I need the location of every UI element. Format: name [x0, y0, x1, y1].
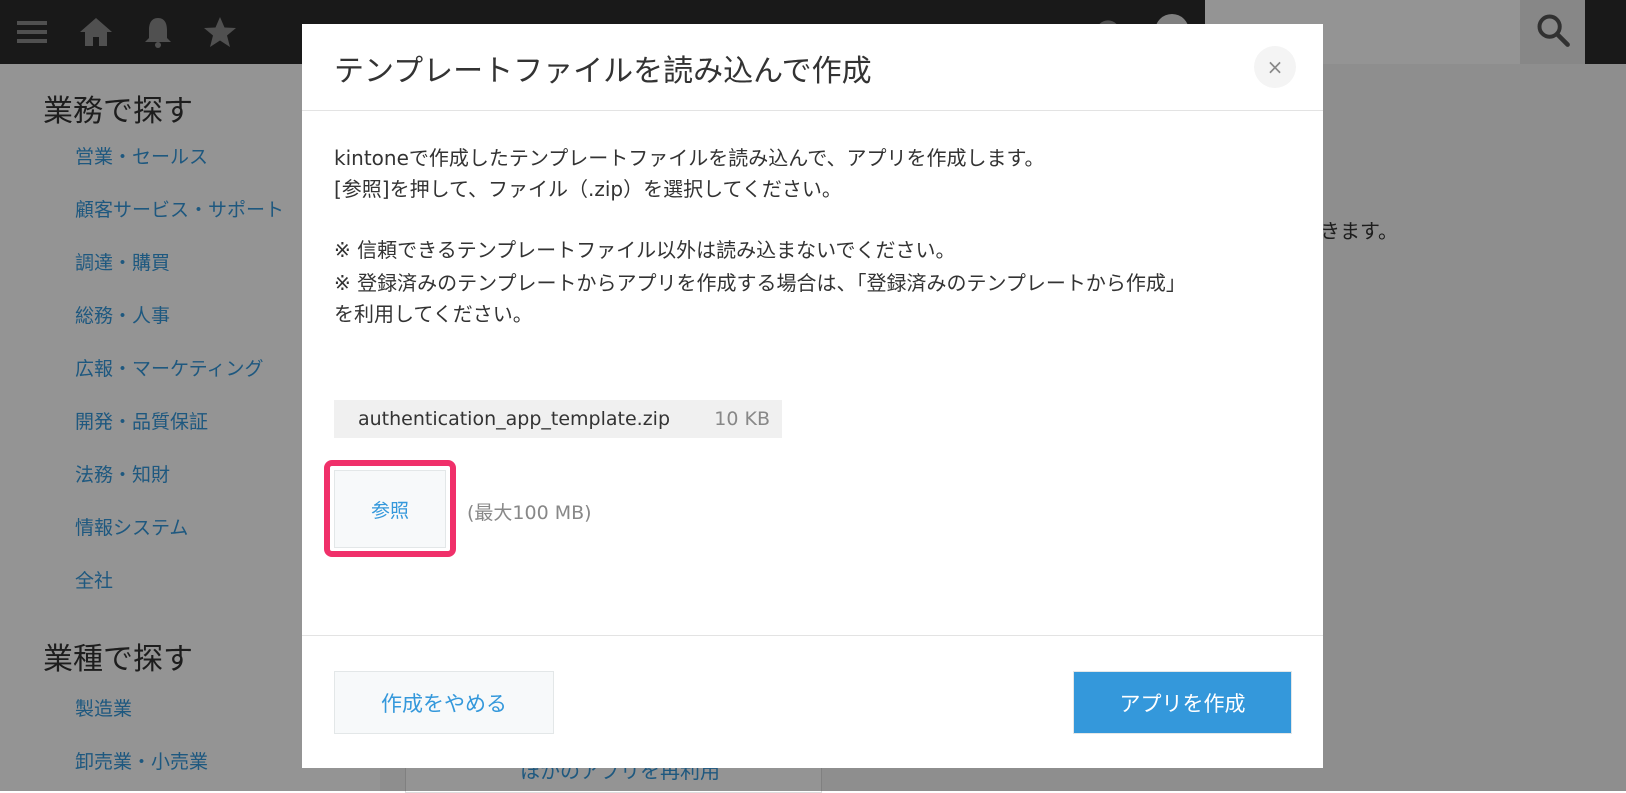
description-line-1: kintoneで作成したテンプレートファイルを読み込んで、アプリを作成します。 [334, 146, 1045, 170]
browse-button[interactable]: 参照 [334, 470, 446, 548]
dialog-title: テンプレートファイルを読み込んで作成 [334, 54, 872, 89]
dialog-footer: 作成をやめる アプリを作成 [302, 635, 1323, 769]
close-button[interactable]: × [1254, 46, 1296, 88]
close-icon: × [1266, 55, 1284, 79]
warning-line-3: を利用してください。 [334, 302, 533, 326]
file-name: authentication_app_template.zip [358, 408, 671, 430]
warning-line-2: ※ 登録済みのテンプレートからアプリを作成する場合は、「登録済みのテンプレートか… [334, 271, 1186, 295]
create-app-button[interactable]: アプリを作成 [1073, 671, 1292, 734]
cancel-button[interactable]: 作成をやめる [334, 671, 554, 734]
warning-line-1: ※ 信頼できるテンプレートファイル以外は読み込まないでください。 [334, 238, 956, 262]
max-size-note: (最大100 MB) [467, 502, 592, 524]
import-template-dialog: テンプレートファイルを読み込んで作成 × kintoneで作成したテンプレートフ… [302, 24, 1323, 768]
description-line-2: [参照]を押して、ファイル（.zip）を選択してください。 [334, 177, 842, 201]
dialog-header: テンプレートファイルを読み込んで作成 × [302, 24, 1323, 111]
selected-file: authentication_app_template.zip 10 KB [334, 400, 782, 438]
file-size: 10 KB [714, 408, 770, 430]
